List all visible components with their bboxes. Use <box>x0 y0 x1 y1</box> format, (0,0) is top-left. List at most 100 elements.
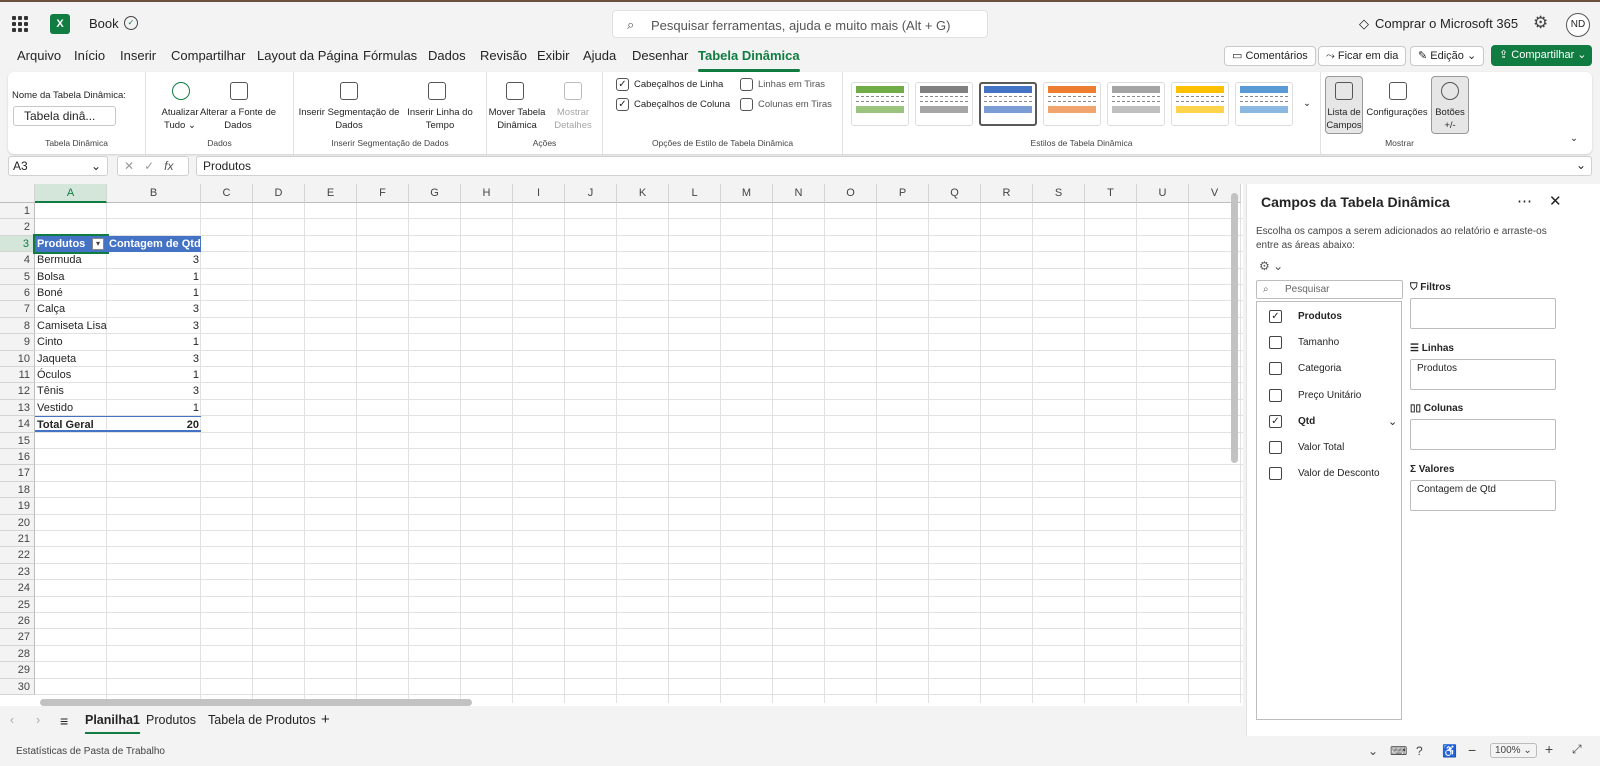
vertical-scroll-thumb[interactable] <box>1231 193 1238 463</box>
fx-icon[interactable]: fx <box>164 159 173 173</box>
column-header[interactable]: H <box>461 184 513 203</box>
tab-desenhar[interactable]: Desenhar <box>632 48 688 63</box>
spreadsheet-grid[interactable]: A B C D E F G H I J K L M N O P Q R S T U V 1 2 3 4 5 6 7 8 9 10 11 12 13 1… <box>0 184 1243 706</box>
pivot-row-value[interactable]: 1 <box>107 285 201 301</box>
row-header[interactable]: 10 <box>0 350 35 367</box>
tab-f-rmulas[interactable]: Fórmulas <box>363 48 417 63</box>
pivot-row-label[interactable]: Óculos <box>35 367 107 383</box>
row-header[interactable]: 21 <box>0 531 35 548</box>
values-field-chip[interactable]: Contagem de Qtd <box>1417 484 1496 495</box>
chevron-down-icon[interactable]: ⌄ <box>1368 744 1378 758</box>
column-header[interactable]: I <box>513 184 565 203</box>
pivot-row-value[interactable]: 3 <box>107 252 201 268</box>
pivot-style-swatch[interactable] <box>1107 82 1165 126</box>
tab-exibir[interactable]: Exibir <box>537 48 570 63</box>
pivot-header-count[interactable]: Contagem de Qtd <box>107 235 201 252</box>
expand-formula-icon[interactable]: ⌄ <box>1576 158 1586 172</box>
column-header[interactable]: O <box>825 184 877 203</box>
buy-microsoft-365-link[interactable]: ◇ Comprar o Microsoft 365 <box>1359 16 1518 32</box>
row-header[interactable]: 1 <box>0 203 35 220</box>
column-header[interactable]: K <box>617 184 669 203</box>
pivot-style-swatch[interactable] <box>1043 82 1101 126</box>
name-box[interactable]: A3 ⌄ <box>8 156 108 176</box>
cancel-icon[interactable]: ✕ <box>124 159 134 173</box>
pivot-row-label[interactable]: Calça <box>35 301 107 317</box>
column-header[interactable]: R <box>981 184 1033 203</box>
row-header[interactable]: 26 <box>0 613 35 630</box>
more-options-icon[interactable]: ⋯ <box>1517 192 1532 210</box>
sheet-tab[interactable]: Planilha1 <box>85 713 140 734</box>
row-header[interactable]: 16 <box>0 449 35 466</box>
row-header[interactable]: 5 <box>0 268 35 285</box>
column-header[interactable]: P <box>877 184 929 203</box>
row-header[interactable]: 28 <box>0 645 35 663</box>
pivot-row-value[interactable]: 1 <box>107 400 201 416</box>
column-header[interactable]: N <box>773 184 825 203</box>
pivot-row-value[interactable]: 3 <box>107 318 201 334</box>
add-sheet-icon[interactable]: + <box>321 711 330 728</box>
pivot-row-label[interactable]: Tênis <box>35 383 107 399</box>
keyboard-icon[interactable]: ⌨ <box>1390 744 1407 758</box>
share-button[interactable]: ⇪ Compartilhar ⌄ <box>1491 45 1592 66</box>
field-checkbox[interactable] <box>1269 336 1282 350</box>
filter-dropdown-icon[interactable]: ▾ <box>92 237 104 250</box>
pivot-total-value[interactable]: 20 <box>107 416 201 433</box>
column-header[interactable]: L <box>669 184 721 203</box>
row-header[interactable]: 24 <box>0 580 35 597</box>
field-checkbox[interactable] <box>1269 362 1282 376</box>
all-sheets-menu-icon[interactable]: ≡ <box>60 713 68 729</box>
filters-dropzone[interactable] <box>1410 298 1556 329</box>
row-header[interactable]: 23 <box>0 563 35 581</box>
pivot-row-value[interactable]: 3 <box>107 383 201 399</box>
row-header[interactable]: 9 <box>0 334 35 351</box>
column-header[interactable]: U <box>1137 184 1189 203</box>
tab-revis-o[interactable]: Revisão <box>480 48 527 63</box>
pivot-row-label[interactable]: Vestido <box>35 400 107 416</box>
column-header[interactable]: F <box>357 184 409 203</box>
move-pivot-button[interactable]: Mover Tabela Dinâmica <box>487 106 547 132</box>
column-header[interactable]: S <box>1033 184 1085 203</box>
pivot-row-label[interactable]: Cinto <box>35 334 107 350</box>
sheet-tab[interactable]: Tabela de Produtos <box>208 713 316 727</box>
column-header[interactable]: G <box>409 184 461 203</box>
formula-input[interactable]: Produtos <box>196 156 1592 176</box>
field-checkbox[interactable] <box>1269 467 1282 481</box>
pivot-name-input[interactable]: Tabela dinâ... <box>13 106 116 126</box>
row-header[interactable]: 19 <box>0 498 35 515</box>
pivot-row-label[interactable]: Bolsa <box>35 269 107 285</box>
column-header[interactable]: Q <box>929 184 981 203</box>
book-title[interactable]: Book <box>89 16 119 31</box>
change-source-button[interactable]: Alterar a Fonte de Dados <box>192 106 284 132</box>
field-search-input[interactable]: ⌕ Pesquisar <box>1256 280 1403 299</box>
pivot-row-label[interactable]: Boné <box>35 285 107 301</box>
row-header[interactable]: 15 <box>0 432 35 449</box>
row-header[interactable]: 11 <box>0 367 35 384</box>
row-header[interactable]: 8 <box>0 317 35 335</box>
field-item[interactable]: Categoria <box>1269 362 1399 377</box>
rows-field-chip[interactable]: Produtos <box>1417 363 1457 374</box>
pivot-total-label[interactable]: Total Geral <box>35 416 107 433</box>
pivot-row-label[interactable]: Camiseta Lisa <box>35 318 107 334</box>
rows-dropzone[interactable]: Produtos <box>1410 359 1556 390</box>
zoom-in-icon[interactable]: + <box>1545 741 1553 757</box>
field-checkbox[interactable] <box>1269 388 1282 402</box>
pivot-row-label[interactable]: Jaqueta <box>35 351 107 367</box>
values-dropzone[interactable]: Contagem de Qtd <box>1410 480 1556 511</box>
help-icon[interactable]: ? <box>1416 744 1423 758</box>
row-header[interactable]: 18 <box>0 481 35 499</box>
row-header[interactable]: 7 <box>0 301 35 318</box>
row-header[interactable]: 25 <box>0 596 35 613</box>
row-header[interactable]: 27 <box>0 629 35 646</box>
column-header[interactable]: B <box>107 184 201 203</box>
pivot-row-label[interactable]: Bermuda <box>35 252 107 268</box>
pivot-row-value[interactable]: 3 <box>107 351 201 367</box>
tab-in-cio[interactable]: Início <box>74 48 105 63</box>
sheet-tab[interactable]: Produtos <box>146 713 196 727</box>
next-sheet-icon[interactable]: › <box>36 713 40 727</box>
row-header[interactable]: 12 <box>0 383 35 400</box>
row-header[interactable]: 3 <box>0 235 35 253</box>
settings-gear-icon[interactable]: ⚙ <box>1533 13 1548 33</box>
banded-cols-checkbox[interactable] <box>740 98 753 111</box>
row-header[interactable]: 29 <box>0 662 35 679</box>
field-checkbox[interactable] <box>1269 441 1282 454</box>
